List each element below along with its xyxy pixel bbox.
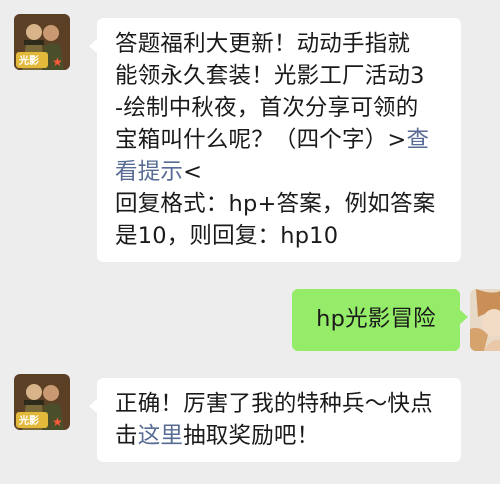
game-logo-icon: 光影 ★	[14, 374, 70, 430]
game-account-avatar[interactable]: 光影 ★	[14, 14, 70, 70]
message-text: 宝箱叫什么呢？（四个字）>	[115, 127, 407, 153]
game-account-avatar[interactable]: 光影 ★	[14, 374, 70, 430]
message-line: 看提示<	[115, 156, 447, 188]
svg-text:光影: 光影	[18, 414, 39, 427]
message-line: 击这里抽取奖励吧！	[115, 420, 447, 452]
message-line: 能领永久套装！光影工厂活动3	[115, 63, 425, 89]
user-avatar-icon	[470, 289, 500, 351]
message-line: -绘制中秋夜，首次分享可领的	[115, 95, 419, 121]
message-bubble-outgoing: hp光影冒险	[292, 289, 468, 351]
view-hint-link[interactable]: 查	[406, 127, 429, 153]
message-bubble-incoming: 正确！厉害了我的特种兵～快点 击这里抽取奖励吧！	[89, 378, 461, 462]
user-avatar[interactable]	[470, 289, 500, 351]
svg-text:★: ★	[52, 415, 63, 429]
click-here-link[interactable]: 这里	[138, 423, 183, 449]
message-line: 答题福利大更新！动动手指就	[115, 31, 411, 57]
message-text: <	[183, 159, 203, 185]
message-text: 抽取奖励吧！	[183, 423, 320, 449]
svg-text:光影: 光影	[18, 54, 39, 67]
message-line: 正确！厉害了我的特种兵～快点	[115, 391, 433, 417]
message-line: 回复格式：hp+答案，例如答案	[115, 191, 436, 217]
game-logo-icon: 光影 ★	[14, 14, 70, 70]
svg-text:★: ★	[52, 55, 63, 69]
message-line: 是10，则回复：hp10	[115, 223, 339, 249]
message-line: 宝箱叫什么呢？（四个字）>查	[115, 124, 447, 156]
view-hint-link[interactable]: 看提示	[115, 159, 183, 185]
message-text: 击	[115, 423, 138, 449]
message-bubble-incoming: 答题福利大更新！动动手指就 能领永久套装！光影工厂活动3 -绘制中秋夜，首次分享…	[89, 18, 461, 262]
message-text: hp光影冒险	[316, 306, 436, 332]
